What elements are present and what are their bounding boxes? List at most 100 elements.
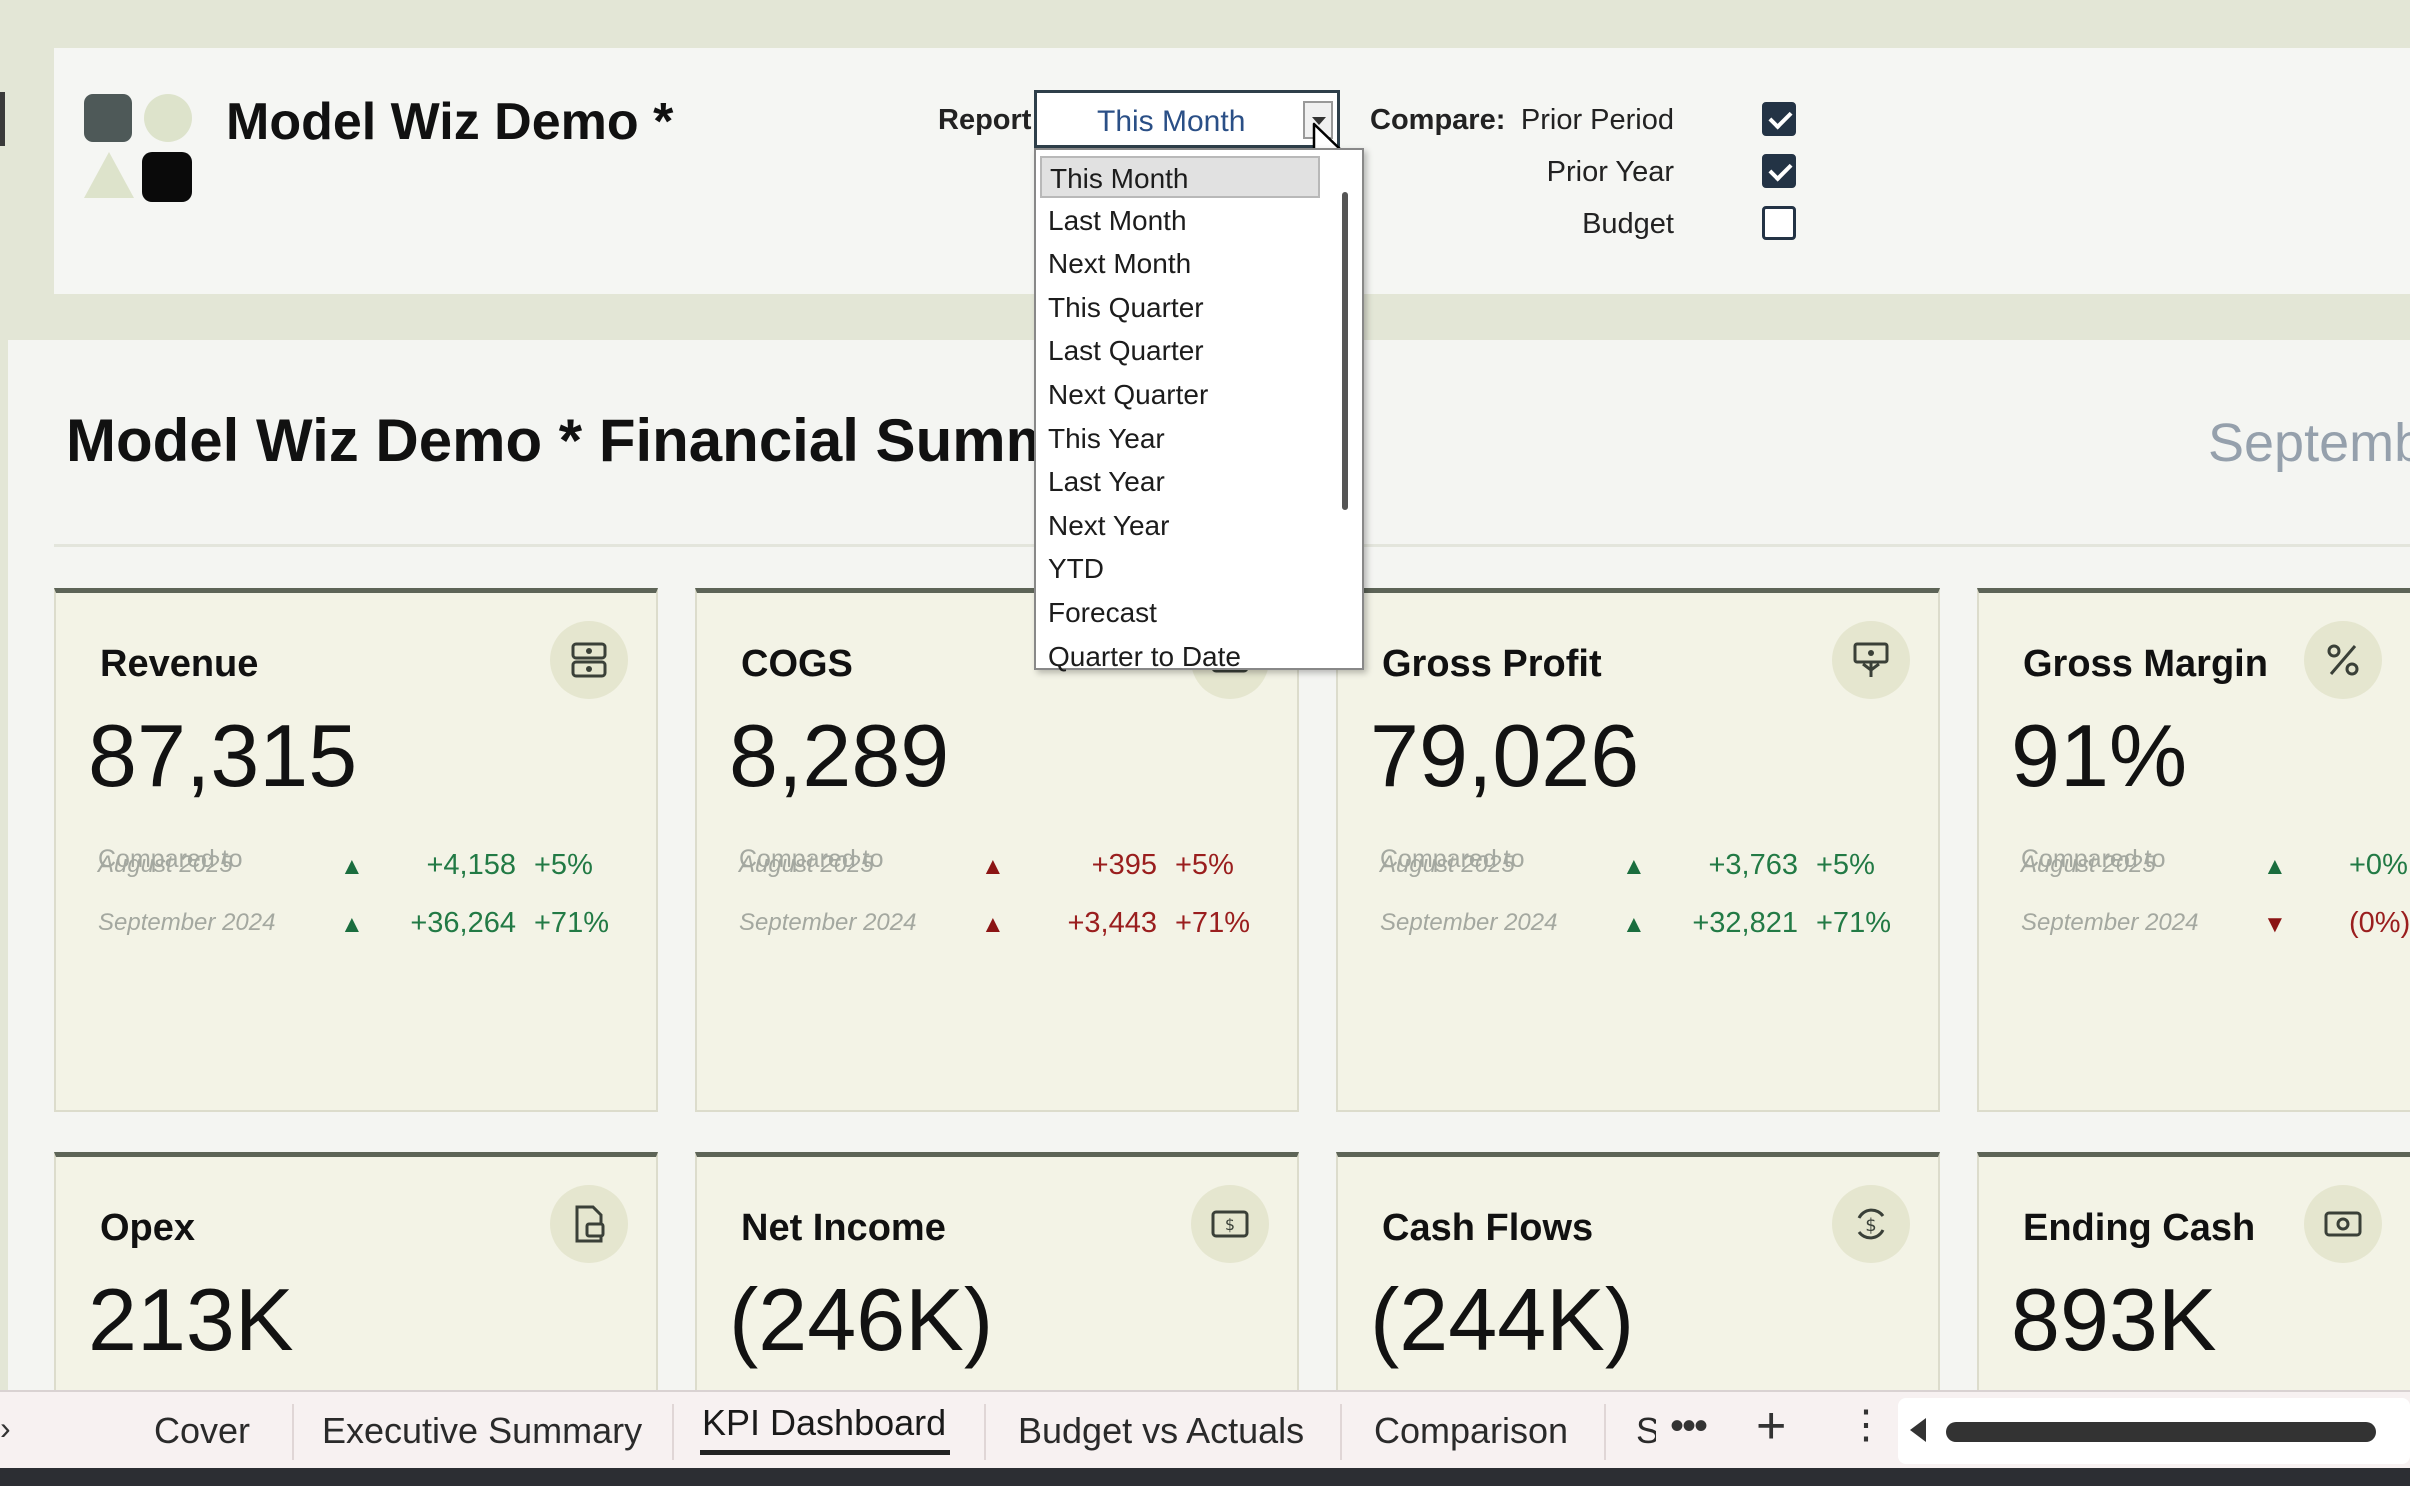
tab-executive-summary[interactable]: Executive Summary [322,1410,642,1452]
dropdown-option[interactable]: Quarter to Date [1048,636,1241,678]
kpi-title: Gross Profit [1382,643,1602,685]
kpi-card-net-income[interactable]: Net Income (246K) $ [695,1152,1299,1390]
compare-budget-label: Budget [1582,208,1674,240]
triangle-up-icon: ▲ [340,911,364,938]
comparison-period-label: September 2024 [2021,909,2199,936]
triangle-down-icon: ▼ [2263,911,2287,938]
compare-prior-period-checkbox[interactable] [1762,102,1796,136]
kpi-card-opex[interactable]: Opex 213K [54,1152,658,1390]
bottom-strip [0,1468,2410,1486]
money-plant-icon [1832,621,1910,699]
row-selection-marker [0,92,5,146]
compare-prior-year-checkbox[interactable] [1762,154,1796,188]
triangle-up-icon: ▲ [1622,853,1646,880]
scrollbar-thumb[interactable] [1946,1422,2376,1442]
tab-cover[interactable]: Cover [154,1410,250,1452]
tab-truncated[interactable]: S [1636,1410,1656,1452]
active-tab-underline [700,1450,950,1455]
dropdown-option[interactable]: This Year [1048,418,1165,460]
window-top-frame [0,0,2410,46]
report-period-dropdown-list[interactable]: This Month Last Month Next Month This Quart… [1034,148,1364,672]
kpi-card-revenue[interactable]: Revenue 87,315 Compared to August 2025 ▲ +4,1… [54,588,658,1112]
kpi-card-gross-margin[interactable]: Gross Margin 91% Compared to August 2025 ▲ +0… [1977,588,2410,1112]
kpi-value: 87,315 [88,706,358,805]
kpi-title: Net Income [741,1207,946,1249]
kpi-value: 213K [88,1270,294,1369]
triangle-up-icon: ▲ [1622,911,1646,938]
comparison-percent: +5% [1175,849,1234,881]
tab-budget-vs-actuals[interactable]: Budget vs Actuals [1018,1410,1304,1452]
tab-separator [1340,1404,1342,1460]
tab-separator [1604,1404,1606,1460]
kpi-card-gross-profit[interactable]: Gross Profit 79,026 Compared to August 2025… [1336,588,1940,1112]
tab-kpi-dashboard[interactable]: KPI Dashboard [702,1402,946,1444]
comparison-percent: +71% [1175,907,1250,939]
comparison-percent: +71% [534,907,609,939]
dropdown-option[interactable]: Forecast [1048,592,1157,634]
dropdown-option[interactable]: This Month [1040,156,1320,198]
dropdown-option[interactable]: Next Year [1048,505,1169,547]
tab-scroll-left-icon[interactable]: › [0,1410,11,1447]
comparison-period-label: September 2024 [1380,909,1558,936]
add-sheet-button[interactable]: + [1756,1396,1786,1456]
comparison-period-label: August 2025 [98,851,233,878]
more-tabs-button[interactable]: ••• [1670,1404,1708,1449]
dropdown-option[interactable]: Last Year [1048,461,1165,503]
section-date: Septemb [2208,413,2410,473]
dropdown-option[interactable]: This Quarter [1048,287,1204,329]
kpi-title: Ending Cash [2023,1207,2256,1249]
comparison-percent: +5% [1816,849,1875,881]
triangle-up-icon: ▲ [340,853,364,880]
comparison-delta: +36,264 [410,907,516,939]
section-title: Model Wiz Demo * Financial Summ [66,407,1059,474]
svg-text:$: $ [1225,1215,1235,1234]
comparison-period-label: August 2025 [739,851,874,878]
scroll-left-arrow-icon[interactable] [1910,1418,1926,1442]
dropdown-option[interactable]: Next Month [1048,243,1191,285]
compare-prior-period-label: Prior Period [1520,104,1674,136]
dropdown-option[interactable]: Next Quarter [1048,374,1208,416]
kpi-title: Revenue [100,643,259,685]
comparison-delta: +3,763 [1708,849,1798,881]
comparison-percent: +0% [2349,849,2408,881]
dropdown-option[interactable]: Last Quarter [1048,330,1204,372]
percent-icon [2304,621,2382,699]
kpi-value: (244K) [1370,1270,1635,1369]
kpi-value: 8,289 [729,706,950,805]
comparison-percent: +5% [534,849,593,881]
comparison-delta: +4,158 [426,849,516,881]
triangle-up-icon: ▲ [981,853,1005,880]
dropdown-scrollbar[interactable] [1342,192,1348,510]
dollar-cycle-icon: $ [1832,1185,1910,1263]
document-money-icon [550,1185,628,1263]
kpi-value: (246K) [729,1270,994,1369]
report-label: Report: [938,104,1042,136]
tab-comparison[interactable]: Comparison [1374,1410,1568,1452]
dropdown-option[interactable]: Last Month [1048,200,1187,242]
triangle-up-icon: ▲ [2263,853,2287,880]
compare-label: Compare: [1370,104,1506,136]
kpi-title: COGS [741,643,853,685]
tab-separator [292,1404,294,1460]
sheet-menu-button[interactable]: ⋮ [1846,1402,1886,1448]
dropdown-option[interactable]: YTD [1048,548,1104,590]
brand-logo [84,94,192,202]
comparison-period-label: August 2025 [1380,851,1515,878]
kpi-card-ending-cash[interactable]: Ending Cash 893K [1977,1152,2410,1390]
compare-budget-checkbox[interactable] [1762,206,1796,240]
kpi-card-cash-flows[interactable]: Cash Flows (244K) $ [1336,1152,1940,1390]
sheet-tab-bar: › Cover Executive Summary KPI Dashboard … [0,1390,2410,1468]
kpi-value: 79,026 [1370,706,1640,805]
cash-icon [2304,1185,2382,1263]
comparison-delta: +32,821 [1692,907,1798,939]
horizontal-scrollbar[interactable] [1898,1398,2410,1464]
comparison-period-label: August 2025 [2021,851,2156,878]
kpi-title: Gross Margin [2023,643,2268,685]
triangle-up-icon: ▲ [981,911,1005,938]
tab-separator [672,1404,674,1460]
kpi-value: 893K [2011,1270,2217,1369]
app-title: Model Wiz Demo * [226,93,674,151]
report-period-select[interactable]: This Month [1034,90,1340,148]
compare-prior-year-label: Prior Year [1546,156,1674,188]
report-selected-value: This Month [1097,105,1246,138]
